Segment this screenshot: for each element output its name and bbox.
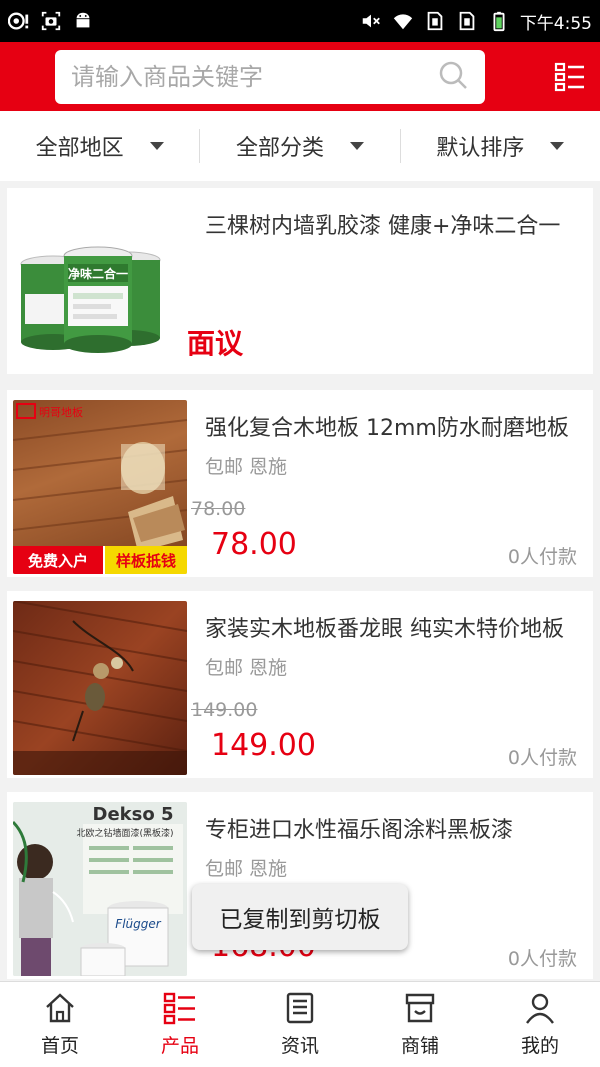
category-menu-icon[interactable]: [554, 61, 586, 93]
filter-sort[interactable]: 默认排序: [399, 129, 600, 163]
image-subtitle-text: 北欧之钻墙面漆(黑板漆): [76, 827, 173, 839]
product-title: 专柜进口水性福乐阁涂料黑板漆: [205, 818, 514, 843]
filter-label: 全部地区: [35, 136, 124, 161]
original-price: 78.00: [191, 498, 246, 520]
tab-label: 资讯: [280, 1035, 319, 1057]
search-icon[interactable]: [437, 59, 469, 95]
product-image: 明哥地板 免费入户 样板抵钱: [13, 400, 187, 574]
sim1-icon: [424, 10, 446, 32]
svg-text:净味二合一: 净味二合一: [68, 266, 128, 281]
news-icon: [286, 992, 314, 1024]
screenshot-icon: [40, 10, 62, 32]
search-box[interactable]: [55, 49, 485, 104]
badge-sample-credit: 样板抵钱: [116, 552, 176, 570]
usb-debug-icon: [8, 10, 30, 32]
toast-message: 已复制到剪切板: [192, 884, 408, 950]
product-title: 三棵树内墙乳胶漆 健康+净味二合一: [205, 214, 561, 239]
tab-mine[interactable]: 我的: [480, 982, 600, 1067]
product-image: Dekso 5 北欧之钻墙面漆(黑板漆) Flügger: [13, 802, 187, 976]
tab-home[interactable]: 首页: [0, 982, 120, 1067]
header: [0, 42, 600, 111]
product-info: 三棵树内墙乳胶漆 健康+净味二合一 面议: [187, 198, 587, 364]
list-icon: [163, 992, 195, 1025]
tab-label: 产品: [160, 1035, 199, 1057]
home-icon: [46, 993, 74, 1023]
original-price: 149.00: [191, 699, 258, 721]
product-card[interactable]: 净味二合一 三棵树内墙乳胶漆 健康+净味二合一 面议: [7, 188, 593, 374]
sold-count: 0人付款: [507, 546, 577, 568]
product-title: 家装实木地板番龙眼 纯实木特价地板: [205, 617, 564, 642]
badge-free-install: 免费入户: [28, 552, 88, 570]
tab-news[interactable]: 资讯: [240, 982, 360, 1067]
sale-price: 149.00: [211, 728, 316, 763]
filter-category[interactable]: 全部分类: [199, 129, 399, 163]
status-bar: 下午4:55: [0, 0, 600, 42]
tab-label: 我的: [520, 1035, 559, 1057]
sale-price: 78.00: [211, 527, 297, 562]
filter-label: 默认排序: [436, 136, 525, 161]
filter-region[interactable]: 全部地区: [0, 129, 199, 163]
caret-down-icon: [149, 142, 164, 150]
battery-icon: [488, 10, 510, 32]
tab-store[interactable]: 商铺: [360, 982, 480, 1067]
image-brand-text: Dekso 5: [93, 804, 174, 825]
product-list: 净味二合一 三棵树内墙乳胶漆 健康+净味二合一 面议 明哥地板 免费入户 样板抵…: [7, 188, 593, 993]
store-icon: [405, 993, 435, 1023]
product-meta: 包邮 恩施: [205, 456, 288, 478]
product-meta: 包邮 恩施: [205, 858, 288, 880]
wifi-icon: [392, 10, 414, 32]
filter-label: 全部分类: [235, 136, 324, 161]
bottom-tab-bar: 首页 产品 资讯 商铺 我的: [0, 981, 600, 1067]
product-meta: 包邮 恩施: [205, 657, 288, 679]
sold-count: 0人付款: [507, 948, 577, 970]
tab-products[interactable]: 产品: [120, 982, 240, 1067]
search-input[interactable]: [71, 62, 437, 91]
product-title: 强化复合木地板 12mm防水耐磨地板: [205, 416, 569, 441]
price-negotiable: 面议: [187, 327, 244, 360]
product-info: 强化复合木地板 12mm防水耐磨地板 包邮 恩施 78.00 78.00 0人付…: [187, 400, 587, 568]
product-card[interactable]: 家装实木地板番龙眼 纯实木特价地板 包邮 恩施 149.00 149.00 0人…: [7, 591, 593, 778]
caret-down-icon: [350, 142, 364, 150]
product-image: 净味二合一: [13, 198, 187, 372]
image-can-brand: Flügger: [115, 917, 161, 931]
caret-down-icon: [550, 142, 565, 150]
tab-label: 首页: [40, 1035, 79, 1057]
clock: 下午4:55: [519, 13, 592, 34]
sim2-icon: [456, 10, 478, 32]
user-icon: [526, 993, 554, 1024]
brand-logo-text: 明哥地板: [39, 405, 83, 419]
filter-bar: 全部地区 全部分类 默认排序: [0, 111, 600, 181]
product-info: 家装实木地板番龙眼 纯实木特价地板 包邮 恩施 149.00 149.00 0人…: [187, 601, 587, 769]
mute-icon: [360, 10, 382, 32]
product-card[interactable]: 明哥地板 免费入户 样板抵钱 强化复合木地板 12mm防水耐磨地板 包邮 恩施 …: [7, 390, 593, 577]
android-icon: [72, 10, 94, 32]
product-image: [13, 601, 187, 775]
sold-count: 0人付款: [507, 747, 577, 769]
tab-label: 商铺: [400, 1035, 439, 1057]
